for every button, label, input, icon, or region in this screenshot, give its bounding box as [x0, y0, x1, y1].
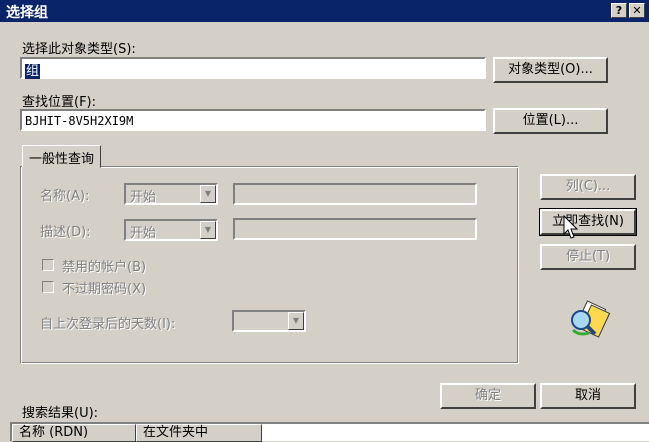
tab-general-query[interactable]: 一般性查询: [22, 145, 102, 168]
days-since-logon-select[interactable]: ▼: [232, 310, 306, 332]
locations-button[interactable]: 位置(L)...: [493, 108, 608, 134]
disabled-accounts-label: 禁用的帐户(B): [62, 260, 147, 275]
days-since-logon-label: 自上次登录后的天数(I):: [40, 317, 176, 332]
name-input[interactable]: [233, 183, 477, 205]
object-types-button[interactable]: 对象类型(O)...: [493, 57, 608, 83]
description-input[interactable]: [233, 218, 477, 240]
search-animation-icon: [571, 300, 611, 338]
description-mode-select[interactable]: 开始 ▼: [124, 219, 218, 241]
name-mode-value: 开始: [130, 190, 157, 205]
title-bar: 选择组 ? ✕: [0, 0, 649, 22]
search-results-list[interactable]: 名称 (RDN) 在文件夹中: [10, 422, 649, 442]
location-field[interactable]: BJHIT-8V5H2XI9M: [20, 109, 486, 131]
chevron-down-icon: ▼: [200, 185, 216, 203]
column-header-name[interactable]: 名称 (RDN): [12, 424, 136, 442]
chevron-down-icon: ▼: [288, 312, 304, 330]
stop-button[interactable]: 停止(T): [540, 244, 636, 270]
search-results-label: 搜索结果(U):: [22, 406, 99, 421]
name-label: 名称(A):: [40, 189, 90, 204]
object-type-label: 选择此对象类型(S):: [22, 42, 136, 57]
name-mode-select[interactable]: 开始 ▼: [124, 183, 218, 205]
column-header-folder[interactable]: 在文件夹中: [136, 424, 262, 442]
object-type-value: 组: [25, 64, 41, 79]
disabled-accounts-checkbox[interactable]: [42, 259, 54, 271]
description-mode-value: 开始: [130, 226, 157, 241]
find-now-button[interactable]: 立即查找(N): [539, 208, 637, 236]
description-label: 描述(D):: [40, 225, 91, 240]
close-button[interactable]: ✕: [629, 3, 645, 18]
mouse-cursor-icon: [563, 215, 579, 239]
columns-button[interactable]: 列(C)...: [540, 174, 636, 200]
location-label: 查找位置(F):: [22, 95, 97, 110]
window-title: 选择组: [6, 5, 48, 21]
cancel-button[interactable]: 取消: [540, 383, 636, 409]
object-type-field[interactable]: 组: [20, 57, 486, 79]
non-expiring-password-label: 不过期密码(X): [62, 282, 147, 297]
help-button[interactable]: ?: [611, 3, 627, 18]
ok-button[interactable]: 确定: [440, 383, 536, 409]
non-expiring-password-checkbox[interactable]: [42, 281, 54, 293]
chevron-down-icon: ▼: [200, 221, 216, 239]
